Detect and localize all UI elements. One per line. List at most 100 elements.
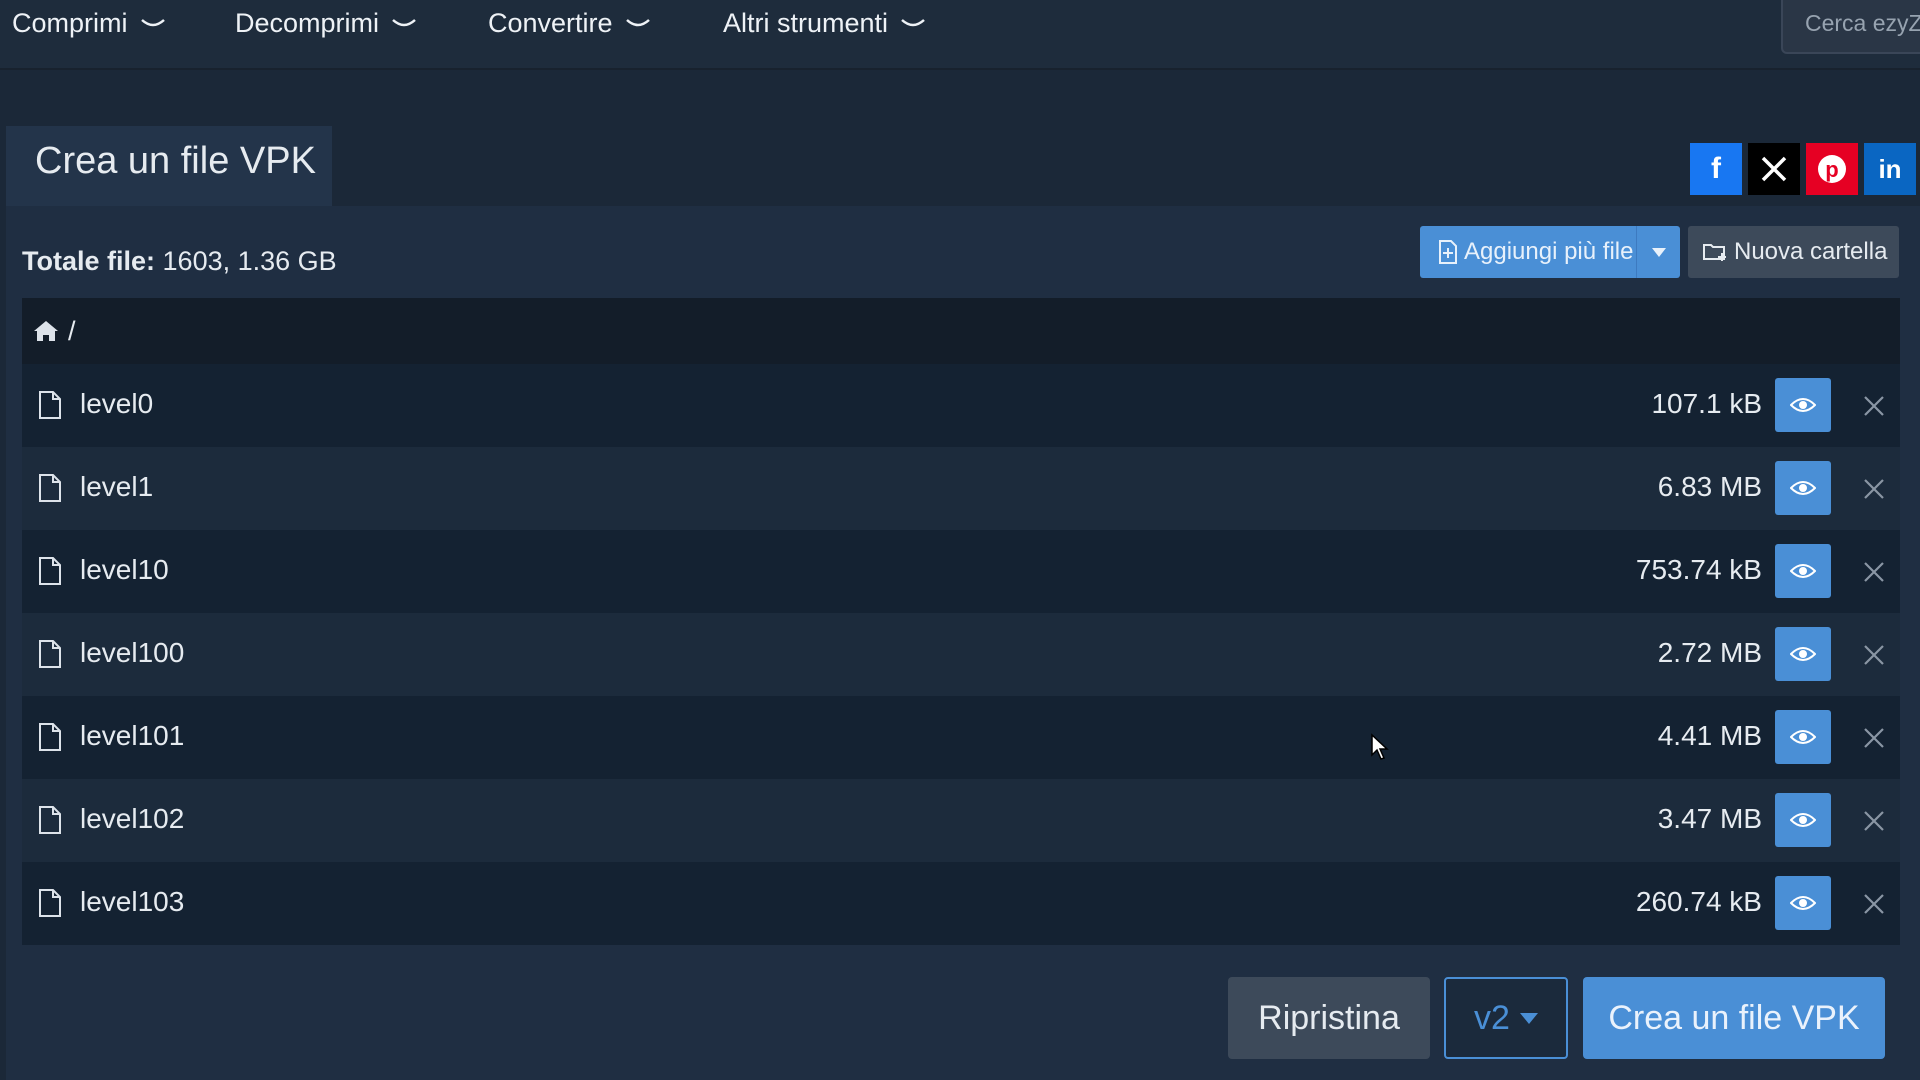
file-icon [39, 557, 61, 585]
eye-icon [1790, 896, 1816, 910]
close-icon [1864, 728, 1884, 748]
linkedin-icon: in [1878, 153, 1902, 184]
close-icon [1864, 562, 1884, 582]
file-icon [39, 723, 61, 751]
file-name: level101 [80, 720, 185, 751]
close-icon [1864, 645, 1884, 665]
remove-file-button[interactable] [1860, 558, 1888, 586]
file-icon [39, 806, 61, 834]
close-icon [1864, 894, 1884, 914]
search-input[interactable]: Cerca ezyZip [1781, 0, 1920, 54]
chevron-down-icon [140, 18, 165, 26]
preview-button[interactable] [1775, 793, 1831, 847]
breadcrumb: / [22, 298, 1900, 364]
eye-icon [1790, 564, 1816, 578]
file-size: 753.74 kB [1635, 554, 1762, 585]
file-icon [39, 391, 61, 419]
svg-text:p: p [1825, 157, 1838, 182]
facebook-share-button[interactable]: f [1690, 143, 1742, 195]
eye-icon [1790, 813, 1816, 827]
add-files-label: Aggiungi più file [1464, 238, 1634, 265]
remove-file-button[interactable] [1860, 392, 1888, 420]
pinterest-icon: p [1818, 155, 1846, 183]
pinterest-share-button[interactable]: p [1806, 143, 1858, 195]
close-icon [1864, 479, 1884, 499]
new-folder-label: Nuova cartella [1734, 238, 1888, 265]
preview-button[interactable] [1775, 378, 1831, 432]
preview-button[interactable] [1775, 876, 1831, 930]
nav-item-label: Comprimi [12, 8, 128, 38]
nav-item-label: Convertire [488, 8, 613, 38]
file-size: 260.74 kB [1635, 886, 1762, 917]
remove-file-button[interactable] [1860, 475, 1888, 503]
caret-down-icon [1519, 1012, 1538, 1024]
close-icon [1864, 396, 1884, 416]
file-row[interactable]: level103 260.74 kB [22, 862, 1900, 945]
file-name: level100 [80, 637, 185, 668]
reset-button[interactable]: Ripristina [1228, 977, 1430, 1059]
eye-icon [1790, 398, 1816, 412]
file-row[interactable]: level102 3.47 MB [22, 779, 1900, 862]
top-navigation: Comprimi Decomprimi Convertire Altri str… [0, 0, 1920, 70]
file-name: level102 [80, 803, 185, 834]
version-select[interactable]: v2 [1444, 977, 1568, 1059]
file-row[interactable]: level101 4.41 MB [22, 696, 1900, 779]
file-name: level1 [80, 471, 154, 502]
totals-value: 1603, 1.36 GB [162, 246, 337, 276]
file-icon [39, 889, 61, 917]
file-row[interactable]: level100 2.72 MB [22, 613, 1900, 696]
nav-altri-strumenti[interactable]: Altri strumenti [723, 8, 926, 39]
x-icon [1761, 156, 1787, 182]
preview-button[interactable] [1775, 710, 1831, 764]
nav-item-label: Decomprimi [235, 8, 380, 38]
file-list: / level0 107.1 kB level1 6.83 MB level10 753.… [22, 298, 1900, 948]
x-share-button[interactable] [1748, 143, 1800, 195]
file-icon [39, 640, 61, 668]
nav-decomprimi[interactable]: Decomprimi [235, 8, 417, 39]
preview-button[interactable] [1775, 544, 1831, 598]
add-files-button[interactable]: Aggiungi più file [1420, 226, 1680, 278]
remove-file-button[interactable] [1860, 641, 1888, 669]
remove-file-button[interactable] [1860, 724, 1888, 752]
tab-title: Crea un file VPK [35, 140, 316, 182]
linkedin-share-button[interactable]: in [1864, 143, 1916, 195]
mouse-cursor-icon [1371, 733, 1389, 760]
preview-button[interactable] [1775, 627, 1831, 681]
file-size: 3.47 MB [1657, 803, 1762, 834]
facebook-icon: f [1711, 152, 1721, 185]
file-icon [39, 474, 61, 502]
chevron-down-icon [392, 18, 416, 26]
close-icon [1864, 811, 1884, 831]
add-files-main[interactable]: Aggiungi più file [1420, 238, 1636, 266]
breadcrumb-path: / [68, 315, 76, 346]
add-file-icon [1439, 240, 1457, 264]
eye-icon [1790, 481, 1816, 495]
chevron-down-icon [901, 18, 925, 26]
nav-comprimi[interactable]: Comprimi [12, 8, 166, 39]
new-folder-icon [1703, 244, 1726, 261]
eye-icon [1790, 730, 1816, 744]
nav-convertire[interactable]: Convertire [488, 8, 651, 39]
caret-down-icon [1651, 247, 1666, 257]
home-icon[interactable] [32, 319, 60, 343]
file-name: level0 [80, 388, 154, 419]
preview-button[interactable] [1775, 461, 1831, 515]
file-name: level10 [80, 554, 169, 585]
create-vpk-button[interactable]: Crea un file VPK [1583, 977, 1885, 1059]
reset-label: Ripristina [1258, 998, 1400, 1037]
new-folder-button[interactable]: Nuova cartella [1688, 226, 1899, 278]
file-totals: Totale file: 1603, 1.36 GB [22, 246, 337, 277]
file-row[interactable]: level0 107.1 kB [22, 364, 1900, 447]
file-row[interactable]: level1 6.83 MB [22, 447, 1900, 530]
nav-item-label: Altri strumenti [723, 8, 889, 38]
chevron-down-icon [625, 18, 650, 26]
remove-file-button[interactable] [1860, 890, 1888, 918]
create-vpk-label: Crea un file VPK [1608, 998, 1860, 1037]
add-files-dropdown-toggle[interactable] [1636, 226, 1680, 278]
remove-file-button[interactable] [1860, 807, 1888, 835]
file-size: 4.41 MB [1657, 720, 1762, 751]
file-size: 6.83 MB [1657, 471, 1762, 502]
tab-crea-vpk[interactable]: Crea un file VPK [6, 126, 332, 206]
totals-label: Totale file: [22, 246, 156, 276]
file-row[interactable]: level10 753.74 kB [22, 530, 1900, 613]
